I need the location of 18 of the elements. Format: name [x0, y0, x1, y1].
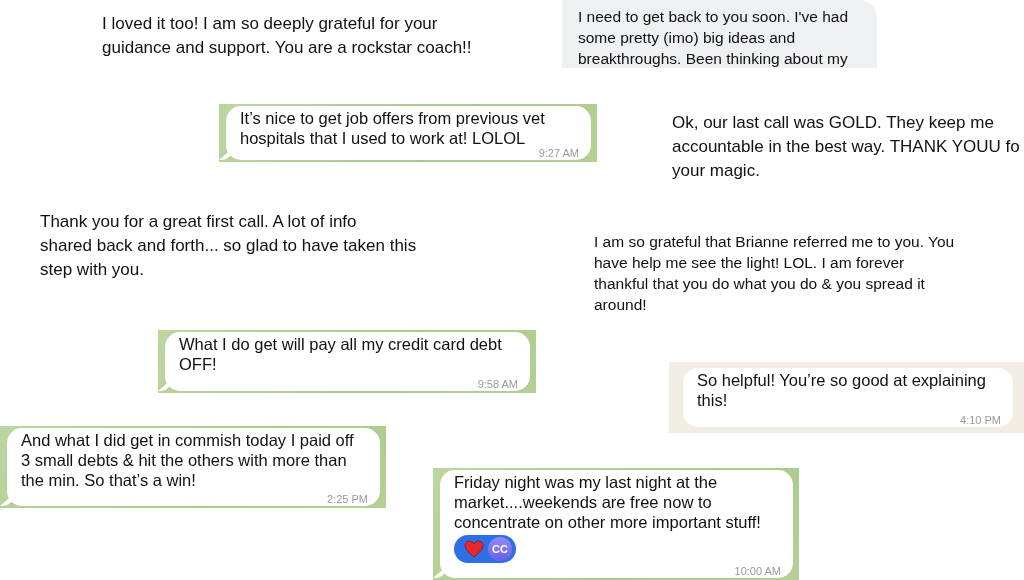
message-time: 9:58 AM	[477, 379, 518, 390]
message-text: Friday night was my last night at the market....weekends are free now to concentrate on other more important stuff!	[454, 472, 762, 532]
message-time: 2:25 PM	[327, 494, 368, 505]
heart-icon	[464, 540, 484, 558]
message-time: 4:10 PM	[960, 415, 1001, 426]
message-time: 10:00 AM	[734, 566, 781, 577]
avatar: CC	[488, 537, 512, 561]
message-text: What I do get will pay all my credit card debt OFF!	[179, 334, 503, 374]
message-text: I need to get back to you soon. I've had some pretty (imo) big ideas and breakthroughs. Been thinking about my	[578, 7, 850, 68]
reaction-pill[interactable]: CC	[454, 535, 516, 563]
message-text: I loved it too! I am so deeply grateful for your guidance and support. You are a rockstar coach!!	[102, 13, 472, 59]
message-text: Ok, our last call was GOLD. They keep me accountable in the best way. THANK YOUU fo your magic.	[672, 112, 1020, 182]
message-text: Thank you for a great first call. A lot of info shared back and forth... so glad to have taken this step with you.	[40, 211, 417, 281]
message-text: I am so grateful that Brianne referred me to you. You have help me see the light! LOL. I am forever thankful that you do what you do & you spread it around!	[594, 232, 955, 315]
message-time: 9:27 AM	[538, 148, 579, 159]
message-text: It’s nice to get job offers from previous vet hospitals that I used to work at! LOLOL	[240, 108, 546, 148]
message-text: So helpful! You’re so good at explaining this!	[697, 370, 987, 410]
message-text: And what I did get in commish today I paid off 3 small debts & hit the others with more than the min. So that’s a win!	[21, 430, 355, 490]
